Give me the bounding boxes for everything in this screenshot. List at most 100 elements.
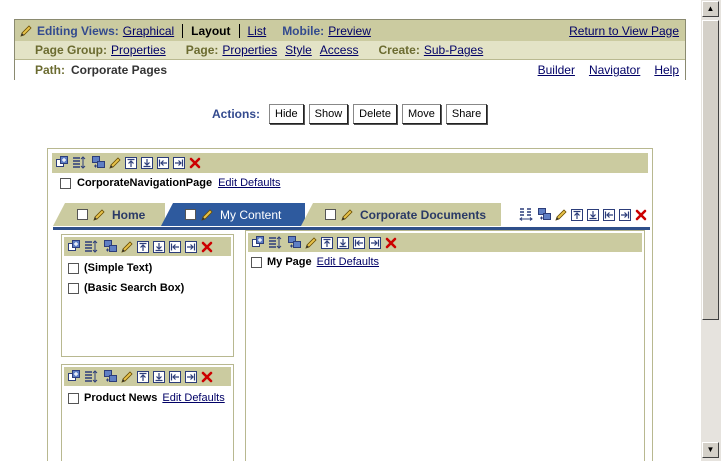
list-item: My Page Edit Defaults (246, 252, 644, 272)
portlet-checkbox[interactable] (68, 392, 79, 404)
tab-home[interactable]: Home (53, 203, 165, 226)
edit-region-icon[interactable] (120, 370, 134, 384)
tab-label: My Content (220, 207, 282, 222)
preview-link[interactable]: Preview (328, 24, 371, 38)
move-right-icon[interactable] (184, 240, 198, 254)
edit-tab-icon[interactable] (340, 208, 354, 222)
move-right-icon[interactable] (172, 156, 186, 170)
return-links: Return to View Page (569, 24, 685, 38)
add-portlet-icon[interactable] (104, 369, 118, 384)
delete-region-icon[interactable] (384, 236, 398, 250)
left-region-top: (Simple Text) (Basic Search Box) (61, 234, 234, 357)
delete-button[interactable]: Delete (353, 104, 397, 124)
edit-tab-region-icon[interactable] (554, 208, 568, 222)
create-label: Create: (378, 43, 420, 57)
add-region-icon[interactable] (252, 235, 266, 250)
graphical-view-link[interactable]: Graphical (123, 24, 174, 38)
add-portlet-icon[interactable] (92, 156, 106, 170)
edit-region-icon[interactable] (108, 156, 122, 170)
builder-link[interactable]: Builder (538, 63, 575, 77)
sub-pages-link[interactable]: Sub-Pages (424, 43, 483, 57)
add-region-icon[interactable] (68, 369, 82, 384)
region-toolbar (64, 237, 231, 256)
share-button[interactable]: Share (445, 104, 488, 124)
reorder-icon[interactable] (84, 239, 98, 254)
move-up-icon[interactable] (320, 236, 334, 250)
edit-tab-icon[interactable] (92, 208, 106, 222)
move-up-icon[interactable] (136, 370, 150, 384)
edit-tab-icon[interactable] (200, 208, 214, 222)
move-down-icon[interactable] (336, 236, 350, 250)
actions-label: Actions: (212, 107, 260, 121)
access-link[interactable]: Access (320, 43, 359, 57)
move-up-icon[interactable] (570, 208, 584, 222)
list-item: (Basic Search Box) (62, 278, 233, 298)
delete-region-icon[interactable] (188, 156, 202, 170)
scroll-up-button[interactable]: ▲ (702, 1, 719, 17)
tab-checkbox[interactable] (77, 209, 88, 220)
edit-region-icon[interactable] (304, 236, 318, 250)
edit-region-icon[interactable] (120, 240, 134, 254)
move-down-icon[interactable] (152, 240, 166, 254)
move-right-icon[interactable] (184, 370, 198, 384)
portlet-row: CorporateNavigationPage Edit Defaults (52, 173, 652, 193)
reorder-icon[interactable] (84, 369, 98, 384)
move-right-icon[interactable] (368, 236, 382, 250)
delete-tab-icon[interactable] (634, 208, 648, 222)
portlet-checkbox[interactable] (68, 282, 79, 294)
move-left-icon[interactable] (168, 370, 182, 384)
scroll-thumb[interactable] (702, 20, 719, 320)
page-properties-link[interactable]: Properties (222, 43, 277, 57)
return-to-view-page-link[interactable]: Return to View Page (569, 24, 679, 38)
list-view-link[interactable]: List (248, 24, 267, 38)
scroll-down-button[interactable]: ▼ (702, 442, 719, 458)
edit-defaults-link[interactable]: Edit Defaults (218, 177, 280, 189)
help-link[interactable]: Help (654, 63, 679, 77)
divider (182, 23, 184, 38)
tab-my-content[interactable]: My Content (161, 203, 305, 226)
add-region-icon[interactable] (56, 156, 70, 170)
reorder-icon[interactable] (72, 156, 86, 170)
move-left-icon[interactable] (156, 156, 170, 170)
navigator-link[interactable]: Navigator (589, 63, 640, 77)
left-region-bottom: Product News Edit Defaults (61, 364, 234, 461)
edit-defaults-link[interactable]: Edit Defaults (162, 392, 224, 404)
move-left-icon[interactable] (602, 208, 616, 222)
portlet-name: CorporateNavigationPage (77, 177, 213, 189)
move-up-icon[interactable] (124, 156, 138, 170)
add-portlet-icon[interactable] (104, 239, 118, 254)
add-region-icon[interactable] (68, 239, 82, 254)
region-toolbar (52, 153, 648, 173)
page-group-properties-link[interactable]: Properties (111, 43, 166, 57)
tab-checkbox[interactable] (185, 209, 196, 220)
portlet-checkbox[interactable] (68, 262, 79, 274)
move-left-icon[interactable] (168, 240, 182, 254)
move-up-icon[interactable] (136, 240, 150, 254)
move-down-icon[interactable] (152, 370, 166, 384)
show-button[interactable]: Show (308, 104, 349, 124)
move-down-icon[interactable] (140, 156, 154, 170)
add-portlet-icon[interactable] (538, 207, 552, 222)
page-group-label: Page Group: (35, 43, 108, 57)
portlet-checkbox[interactable] (251, 256, 262, 268)
tab-checkbox[interactable] (325, 209, 336, 220)
move-button[interactable]: Move (401, 104, 441, 124)
edit-defaults-link[interactable]: Edit Defaults (317, 256, 379, 268)
path-label: Path: (35, 63, 65, 77)
region-toolbar (248, 233, 642, 252)
tab-corporate-documents[interactable]: Corporate Documents (301, 203, 501, 226)
portlet-checkbox[interactable] (60, 177, 71, 189)
hide-button[interactable]: Hide (269, 104, 304, 124)
move-left-icon[interactable] (352, 236, 366, 250)
add-portlet-icon[interactable] (288, 235, 302, 250)
reorder-icon[interactable] (268, 235, 282, 250)
move-down-icon[interactable] (586, 208, 600, 222)
vertical-scrollbar[interactable]: ▲ ▼ (700, 0, 721, 461)
move-columns-icon[interactable] (519, 207, 533, 222)
move-right-icon[interactable] (618, 208, 632, 222)
delete-region-icon[interactable] (200, 370, 214, 384)
tab-label: Home (112, 207, 146, 222)
style-link[interactable]: Style (285, 43, 312, 57)
delete-region-icon[interactable] (200, 240, 214, 254)
tool-links: Builder Navigator Help (538, 63, 685, 77)
